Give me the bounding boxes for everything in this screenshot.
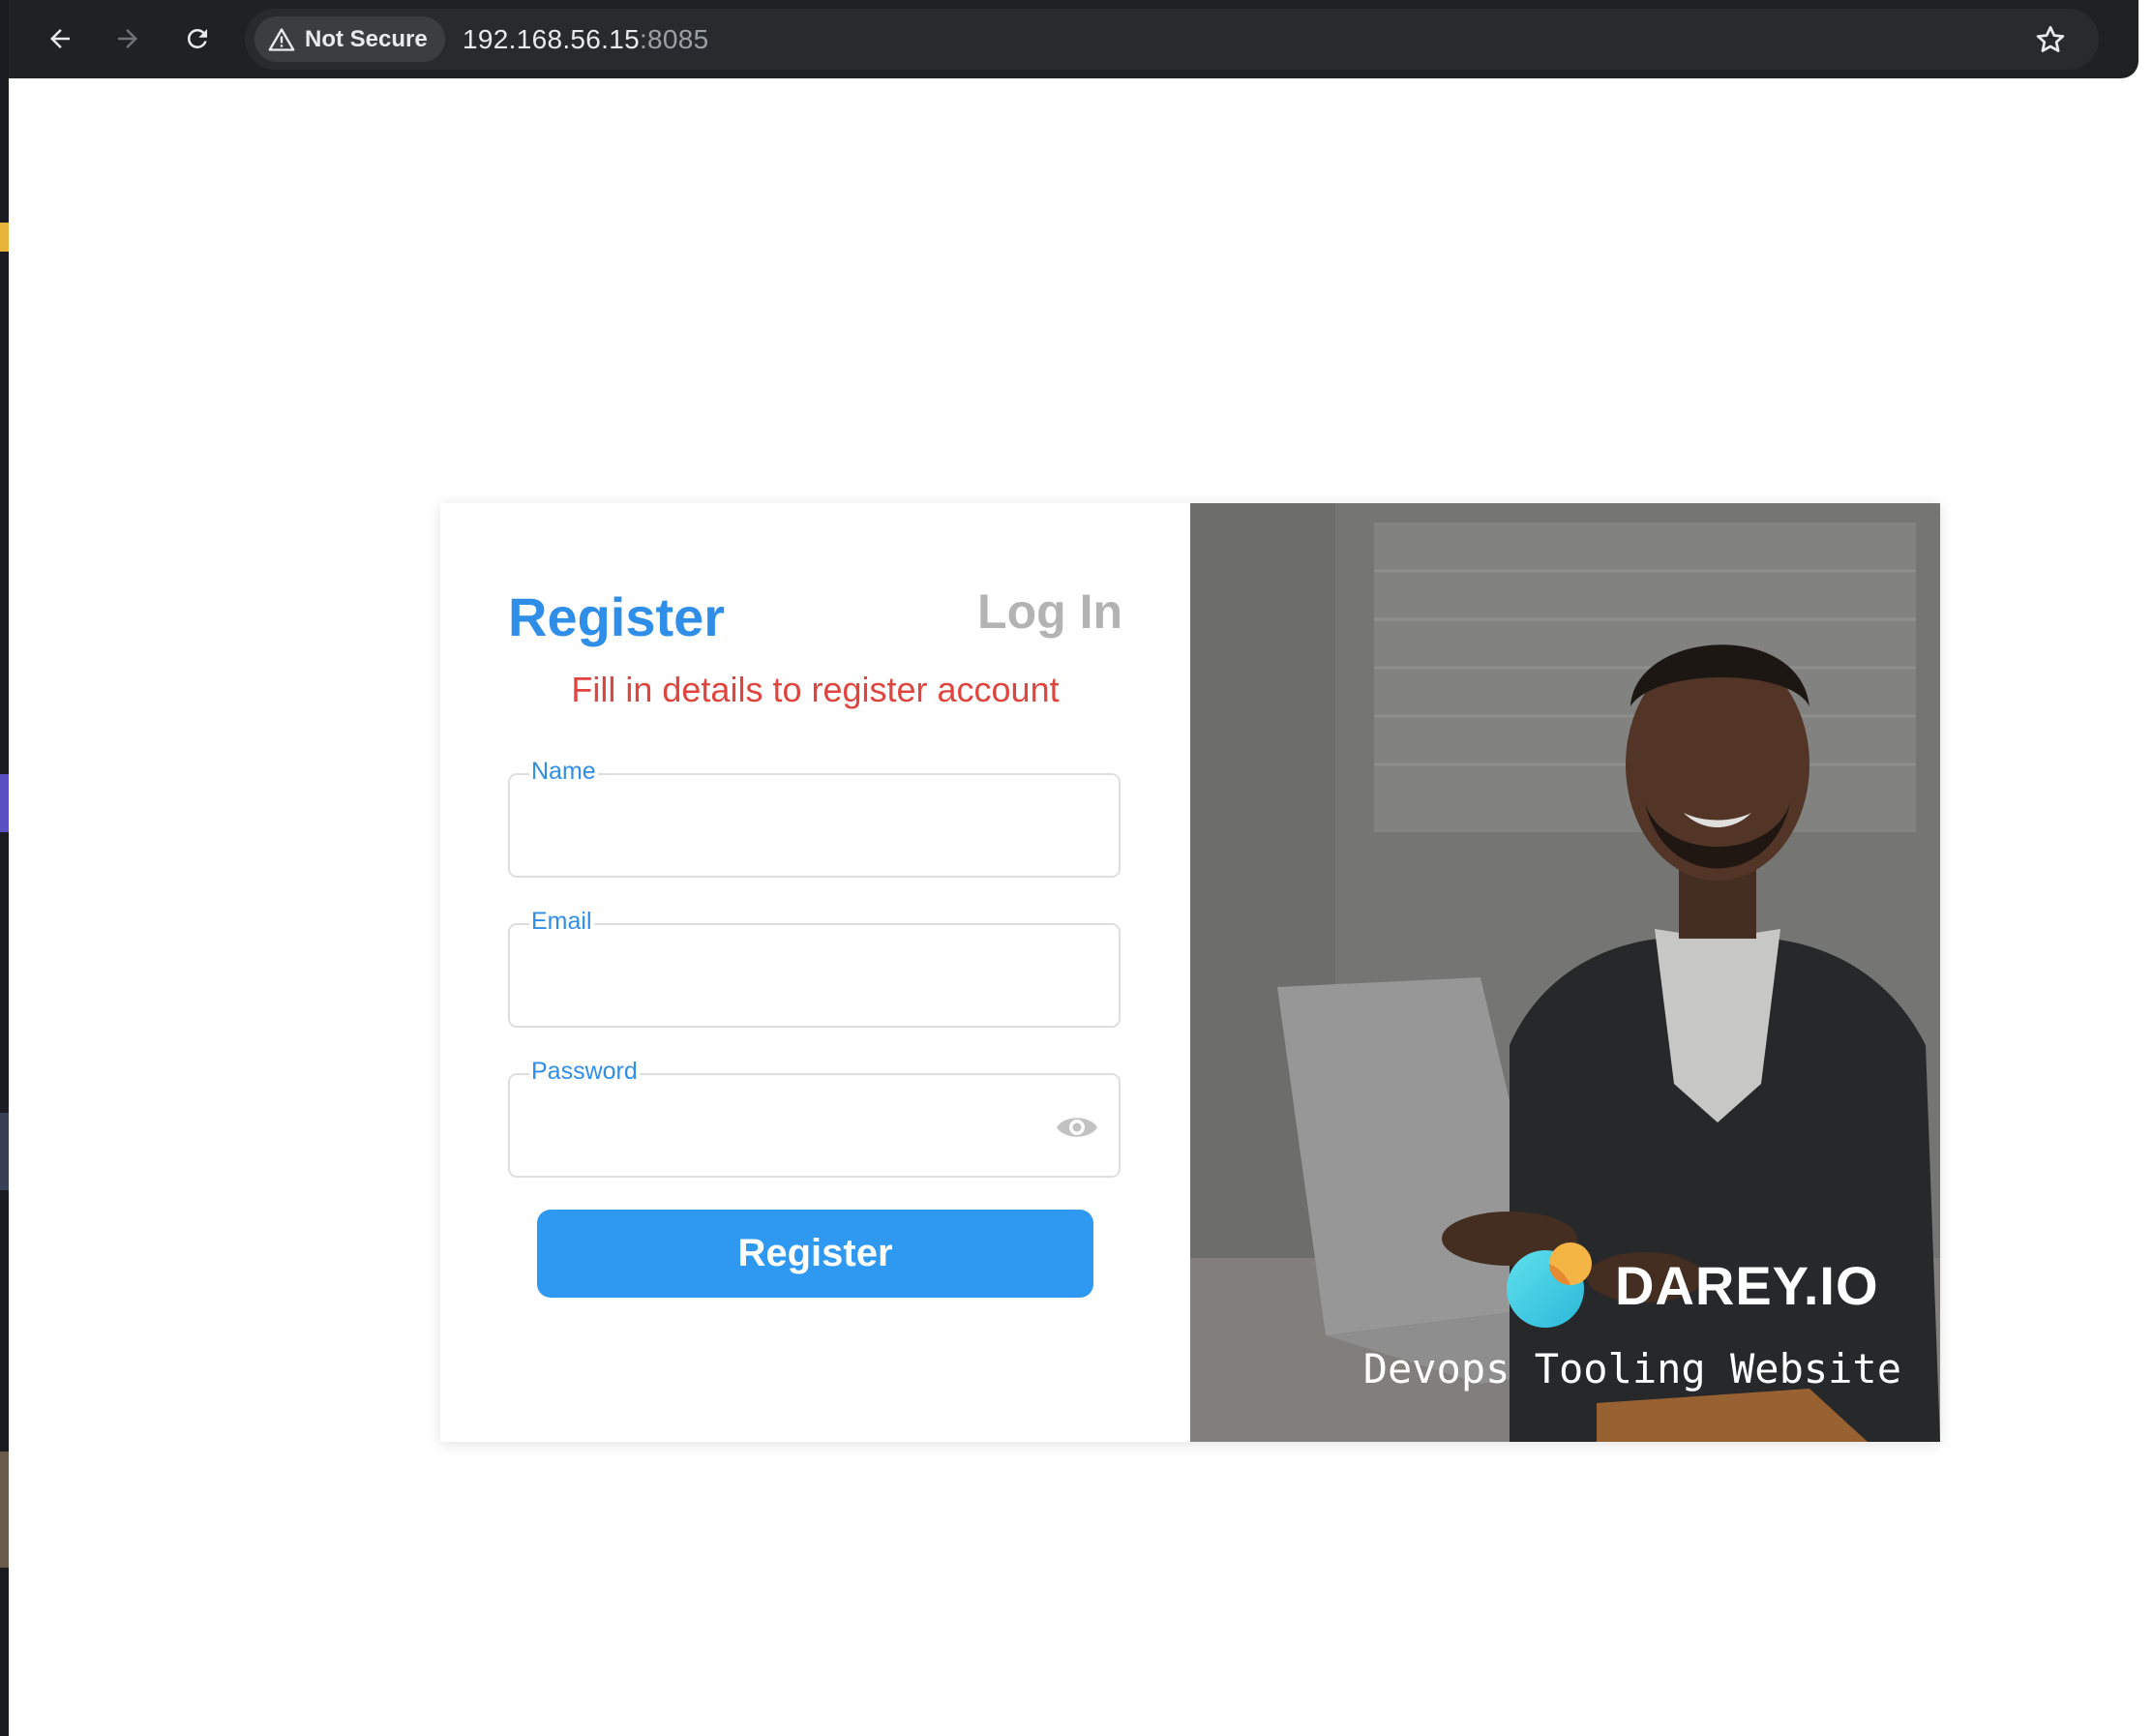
register-button[interactable]: Register	[537, 1210, 1093, 1298]
forward-arrow-icon	[118, 29, 137, 48]
eye-icon[interactable]	[1055, 1110, 1099, 1145]
name-field[interactable]: Name	[508, 758, 1121, 878]
browser-toolbar: Not Secure 192.168.56.15:8085	[9, 0, 2138, 78]
url-port: :8085	[639, 24, 709, 54]
register-tab[interactable]: Register	[508, 585, 725, 648]
email-input[interactable]	[529, 954, 1075, 1004]
auth-card: Register Log In Fill in details to regis…	[440, 503, 1940, 1442]
name-field-label: Name	[529, 758, 598, 786]
security-chip[interactable]: Not Secure	[254, 16, 445, 62]
desktop-background-sliver	[0, 0, 9, 1736]
register-form-panel: Register Log In Fill in details to regis…	[440, 503, 1190, 1442]
url-text[interactable]: 192.168.56.15:8085	[463, 24, 709, 55]
name-input[interactable]	[529, 804, 1075, 854]
email-field[interactable]: Email	[508, 908, 1121, 1028]
reload-icon	[187, 28, 207, 48]
password-field-label: Password	[529, 1058, 640, 1086]
promo-image-panel: DAREY.IO Devops Tooling Website	[1190, 503, 1940, 1442]
password-field[interactable]: Password	[508, 1058, 1121, 1178]
back-button[interactable]	[38, 16, 82, 61]
darey-brand: DAREY.IO	[1505, 1241, 1879, 1330]
back-arrow-icon	[50, 29, 70, 48]
warning-icon	[268, 27, 295, 51]
brand-name: DAREY.IO	[1615, 1254, 1879, 1316]
email-field-label: Email	[529, 908, 594, 936]
darey-logo-icon	[1507, 1242, 1592, 1328]
url-host: 192.168.56.15	[463, 24, 640, 54]
login-tab[interactable]: Log In	[977, 584, 1122, 640]
forward-button[interactable]	[105, 16, 150, 61]
address-bar[interactable]: Not Secure 192.168.56.15:8085	[245, 9, 2099, 70]
password-input[interactable]	[529, 1104, 1075, 1154]
security-label: Not Secure	[305, 25, 428, 52]
form-subtitle: Fill in details to register account	[571, 670, 1060, 709]
brand-tagline: Devops Tooling Website	[1362, 1345, 1901, 1392]
bookmark-star-icon[interactable]	[2033, 22, 2068, 57]
reload-button[interactable]	[175, 16, 220, 61]
